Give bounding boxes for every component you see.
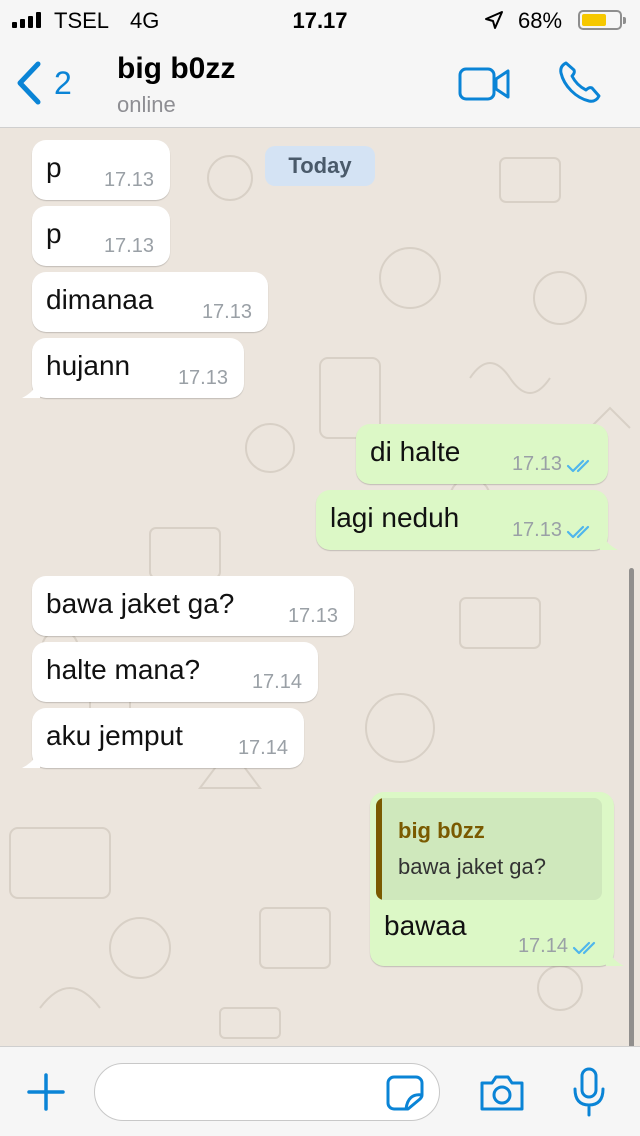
message-bubble-incoming[interactable]: dimanaa 17.13 [32, 272, 268, 332]
message-time: 17.13 [511, 519, 562, 541]
battery-icon [578, 10, 626, 30]
location-arrow-icon [485, 11, 503, 29]
message-time: 17.13 [177, 367, 228, 389]
message-text: di halte [370, 436, 461, 467]
contact-name[interactable]: big b0zz [117, 52, 235, 86]
message-bubble-incoming[interactable]: hujann 17.13 [22, 338, 244, 398]
message-time: 17.14 [237, 737, 288, 759]
read-receipt-icon [566, 525, 590, 539]
message-text: aku jemput [46, 720, 183, 751]
message-bubble-incoming[interactable]: halte mana? 17.14 [32, 642, 318, 702]
read-receipt-icon [572, 941, 596, 955]
quoted-message[interactable]: big b0zz bawa jaket ga? [376, 798, 602, 900]
date-separator: Today [265, 146, 375, 186]
phone-icon[interactable] [556, 58, 604, 106]
message-time: 17.13 [201, 301, 252, 323]
message-time: 17.14 [251, 671, 302, 693]
message-time: 17.13 [103, 169, 154, 191]
message-text: lagi neduh [330, 502, 460, 533]
message-text: p [46, 218, 62, 249]
bubble-tail [22, 750, 40, 768]
message-text: dimanaa [46, 284, 154, 315]
battery-percentage: 68% [518, 8, 563, 33]
message-bubble-outgoing-reply[interactable]: big b0zz bawa jaket ga? bawaa 17.14 [370, 792, 624, 966]
message-time: 17.13 [287, 605, 338, 627]
message-text: hujann [46, 350, 131, 381]
quoted-text: bawa jaket ga? [398, 854, 546, 879]
message-text: bawaa [384, 910, 467, 941]
plus-icon[interactable] [26, 1072, 66, 1112]
chat-header: 2 big b0zz online [0, 40, 640, 128]
battery-level-fill [582, 14, 606, 26]
chat-scrollbar[interactable] [629, 568, 634, 1046]
message-text: halte mana? [46, 654, 201, 685]
message-text: p [46, 152, 62, 183]
back-chevron-icon [17, 61, 41, 105]
message-bubble-incoming[interactable]: bawa jaket ga? 17.13 [32, 576, 354, 636]
message-time: 17.14 [517, 935, 568, 957]
sticker-icon[interactable] [386, 1075, 424, 1111]
quoted-author: big b0zz [398, 818, 485, 843]
message-time: 17.13 [511, 453, 562, 475]
message-text: bawa jaket ga? [46, 588, 235, 619]
unread-count: 2 [54, 64, 72, 101]
bubble-tail [22, 380, 40, 398]
video-camera-icon[interactable] [458, 66, 510, 102]
status-bar: TSEL 4G 17.17 68% [0, 0, 640, 40]
bubble-tail [600, 532, 618, 550]
message-bubble-incoming[interactable]: p 17.13 [32, 140, 170, 200]
message-bubble-incoming[interactable]: p 17.13 [32, 206, 170, 266]
back-button[interactable]: 2 [14, 60, 72, 106]
bubble-tail [606, 948, 624, 966]
chat-area[interactable]: Today p 17.13 p 17.13 dimanaa 17.13 huja… [0, 128, 640, 1046]
message-bubble-outgoing[interactable]: di halte 17.13 [356, 424, 608, 484]
message-input-bar [0, 1046, 640, 1136]
message-bubble-incoming[interactable]: aku jemput 17.14 [22, 708, 304, 768]
microphone-icon[interactable] [572, 1067, 606, 1117]
camera-icon[interactable] [478, 1073, 526, 1113]
contact-status: online [117, 92, 176, 117]
read-receipt-icon [566, 459, 590, 473]
message-time: 17.13 [103, 235, 154, 257]
message-bubble-outgoing[interactable]: lagi neduh 17.13 [316, 490, 618, 550]
